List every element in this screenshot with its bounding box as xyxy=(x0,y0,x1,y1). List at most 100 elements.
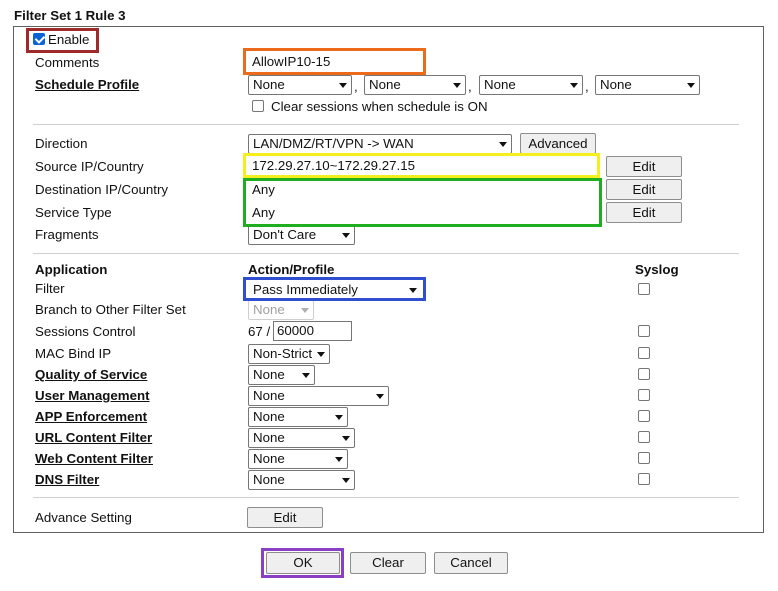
comments-input[interactable]: AllowIP10-15 xyxy=(248,52,422,72)
chevron-down-icon xyxy=(302,373,310,378)
schedule-profile-select-2[interactable]: None xyxy=(364,75,466,95)
web-content-filter-select[interactable]: None xyxy=(248,449,348,469)
advance-setting-edit-button[interactable]: Edit xyxy=(247,507,323,528)
user-management-link[interactable]: User Management xyxy=(35,388,150,404)
chevron-down-icon xyxy=(335,415,343,420)
app-enforcement-select[interactable]: None xyxy=(248,407,348,427)
chevron-down-icon xyxy=(687,83,695,88)
sessions-control-label: Sessions Control xyxy=(35,324,136,339)
user-management-syslog-checkbox[interactable] xyxy=(638,389,650,401)
app-enforcement-syslog-checkbox[interactable] xyxy=(638,410,650,422)
sessions-max-input[interactable]: 60000 xyxy=(273,321,352,341)
action-profile-header: Action/Profile xyxy=(248,262,335,277)
chevron-down-icon xyxy=(301,308,309,313)
mac-bind-value: Non-Strict xyxy=(253,346,313,361)
chevron-down-icon xyxy=(339,83,347,88)
clear-sessions-checkbox[interactable] xyxy=(252,100,264,112)
enable-checkbox[interactable] xyxy=(33,33,45,45)
service-type-input[interactable]: Any xyxy=(248,203,598,223)
section-divider xyxy=(33,253,739,254)
chevron-down-icon xyxy=(317,352,325,357)
schedule-profile-1-value: None xyxy=(253,77,285,92)
user-management-value: None xyxy=(253,388,285,403)
direction-label: Direction xyxy=(35,136,88,151)
fragments-label: Fragments xyxy=(35,227,99,242)
page-title: Filter Set 1 Rule 3 xyxy=(14,8,126,23)
app-enforcement-link[interactable]: APP Enforcement xyxy=(35,409,147,425)
sessions-current: 67 / xyxy=(248,324,271,339)
schedule-separator: , xyxy=(354,79,358,94)
direction-select[interactable]: LAN/DMZ/RT/VPN -> WAN xyxy=(248,134,512,154)
qos-syslog-checkbox[interactable] xyxy=(638,368,650,380)
chevron-down-icon xyxy=(342,478,350,483)
qos-select[interactable]: None xyxy=(248,365,315,385)
schedule-profile-select-4[interactable]: None xyxy=(595,75,700,95)
service-edit-button[interactable]: Edit xyxy=(606,202,682,223)
destination-label: Destination IP/Country xyxy=(35,182,169,197)
url-content-filter-link[interactable]: URL Content Filter xyxy=(35,430,152,446)
fragments-value: Don't Care xyxy=(253,227,317,242)
mac-bind-select[interactable]: Non-Strict xyxy=(248,344,330,364)
schedule-profile-2-value: None xyxy=(369,77,401,92)
chevron-down-icon xyxy=(409,288,417,293)
source-ip-input[interactable]: 172.29.27.10~172.29.27.15 xyxy=(248,156,598,176)
branch-label: Branch to Other Filter Set xyxy=(35,302,186,317)
schedule-profile-select-3[interactable]: None xyxy=(479,75,583,95)
schedule-profile-3-value: None xyxy=(484,77,516,92)
cancel-button[interactable]: Cancel xyxy=(434,552,508,574)
fragments-select[interactable]: Don't Care xyxy=(248,225,355,245)
chevron-down-icon xyxy=(335,457,343,462)
filter-action-select[interactable]: Pass Immediately xyxy=(248,280,422,300)
mac-bind-label: MAC Bind IP xyxy=(35,346,112,361)
source-label: Source IP/Country xyxy=(35,159,144,174)
destination-ip-input[interactable]: Any xyxy=(248,180,598,200)
schedule-profile-4-value: None xyxy=(600,77,632,92)
qos-link[interactable]: Quality of Service xyxy=(35,367,147,383)
filter-syslog-checkbox[interactable] xyxy=(638,283,650,295)
schedule-profile-select-1[interactable]: None xyxy=(248,75,352,95)
user-management-select[interactable]: None xyxy=(248,386,389,406)
branch-filter-set-select: None xyxy=(248,300,314,320)
source-edit-button[interactable]: Edit xyxy=(606,156,682,177)
schedule-separator: , xyxy=(585,79,589,94)
dns-filter-value: None xyxy=(253,472,285,487)
enable-label: Enable xyxy=(48,32,90,47)
chevron-down-icon xyxy=(342,233,350,238)
syslog-header: Syslog xyxy=(635,262,679,277)
schedule-separator: , xyxy=(468,79,472,94)
filter-label: Filter xyxy=(35,281,65,296)
web-content-filter-link[interactable]: Web Content Filter xyxy=(35,451,153,467)
chevron-down-icon xyxy=(376,394,384,399)
sessions-syslog-checkbox[interactable] xyxy=(638,325,650,337)
schedule-profile-link[interactable]: Schedule Profile xyxy=(35,77,139,93)
dns-filter-link[interactable]: DNS Filter xyxy=(35,472,99,488)
url-content-filter-value: None xyxy=(253,430,285,445)
url-content-filter-select[interactable]: None xyxy=(248,428,355,448)
dns-filter-syslog-checkbox[interactable] xyxy=(638,473,650,485)
section-divider xyxy=(33,497,739,498)
direction-value: LAN/DMZ/RT/VPN -> WAN xyxy=(253,136,414,151)
chevron-down-icon xyxy=(342,436,350,441)
clear-button[interactable]: Clear xyxy=(350,552,426,574)
section-divider xyxy=(33,124,739,125)
filter-action-value: Pass Immediately xyxy=(253,282,358,297)
web-content-filter-value: None xyxy=(253,451,285,466)
service-type-label: Service Type xyxy=(35,205,112,220)
advance-setting-label: Advance Setting xyxy=(35,510,132,525)
comments-label: Comments xyxy=(35,55,100,70)
clear-sessions-label: Clear sessions when schedule is ON xyxy=(271,99,488,114)
web-filter-syslog-checkbox[interactable] xyxy=(638,452,650,464)
chevron-down-icon xyxy=(499,142,507,147)
branch-filter-set-value: None xyxy=(253,302,285,317)
app-enforcement-value: None xyxy=(253,409,285,424)
application-header: Application xyxy=(35,262,108,277)
chevron-down-icon xyxy=(453,83,461,88)
qos-value: None xyxy=(253,367,285,382)
mac-bind-syslog-checkbox[interactable] xyxy=(638,347,650,359)
chevron-down-icon xyxy=(570,83,578,88)
advanced-button[interactable]: Advanced xyxy=(520,133,596,154)
destination-edit-button[interactable]: Edit xyxy=(606,179,682,200)
dns-filter-select[interactable]: None xyxy=(248,470,355,490)
ok-button[interactable]: OK xyxy=(266,552,340,574)
url-filter-syslog-checkbox[interactable] xyxy=(638,431,650,443)
